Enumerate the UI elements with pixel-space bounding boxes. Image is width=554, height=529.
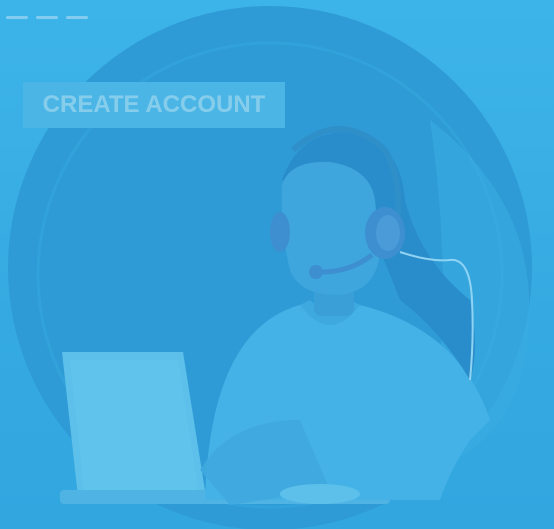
agent-face (281, 161, 380, 296)
headset-earcup-left (270, 212, 290, 252)
customer-support-illustration (8, 6, 532, 529)
page: CREATE ACCOUNT (0, 0, 554, 529)
create-account-button[interactable]: CREATE ACCOUNT (23, 82, 285, 128)
